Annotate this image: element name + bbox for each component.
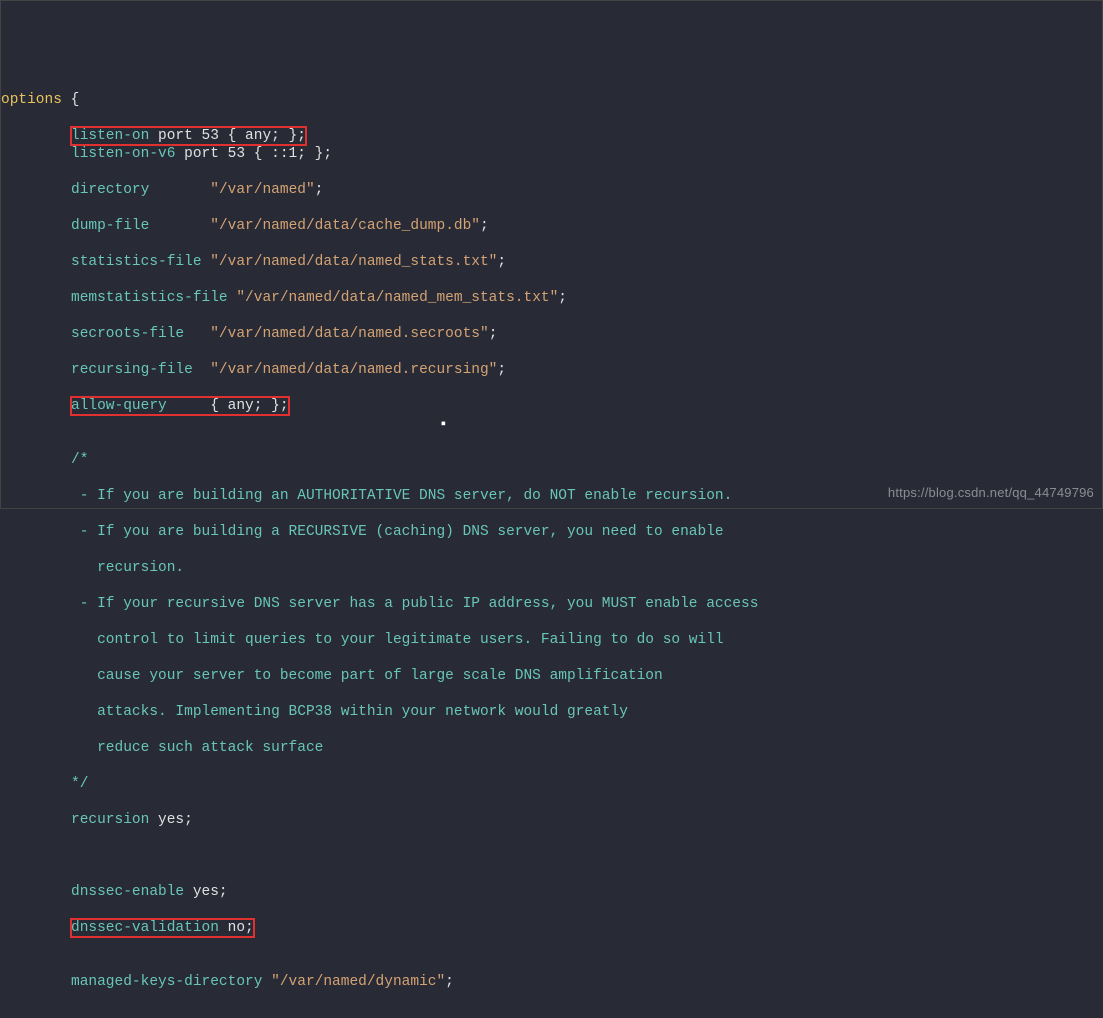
blank-line (1, 937, 1102, 955)
comment-line: */ (1, 775, 1102, 793)
comment-line: reduce such attack surface (1, 739, 1102, 757)
code-line: dnssec-enable yes; (1, 883, 1102, 901)
comment-line: - If you are building a RECURSIVE (cachi… (1, 523, 1102, 541)
cursor-icon: ▪ (439, 416, 448, 434)
code-line: recursion yes; (1, 811, 1102, 829)
comment-line: /* (1, 451, 1102, 469)
code-line: secroots-file "/var/named/data/named.sec… (1, 325, 1102, 343)
code-line: directory "/var/named"; (1, 181, 1102, 199)
code-line: listen-on-v6 port 53 { ::1; }; (1, 145, 1102, 163)
comment-line: attacks. Implementing BCP38 within your … (1, 703, 1102, 721)
highlighted-line-listen-on: listen-on port 53 { any; }; (71, 127, 306, 145)
highlighted-line-dnssec-validation: dnssec-validation no; (71, 919, 254, 937)
code-line: recursing-file "/var/named/data/named.re… (1, 361, 1102, 379)
comment-line: recursion. (1, 559, 1102, 577)
code-editor[interactable]: options { listen-on port 53 { any; }; li… (1, 73, 1102, 1009)
watermark-text: https://blog.csdn.net/qq_44749796 (888, 484, 1094, 502)
comment-line: cause your server to become part of larg… (1, 667, 1102, 685)
blank-line (1, 847, 1102, 865)
keyword: options (1, 92, 62, 108)
highlighted-line-allow-query: allow-query { any; }; (71, 397, 289, 415)
code-line: managed-keys-directory "/var/named/dynam… (1, 973, 1102, 991)
code-line: statistics-file "/var/named/data/named_s… (1, 253, 1102, 271)
code-line: options { (1, 91, 1102, 109)
code-line: memstatistics-file "/var/named/data/name… (1, 289, 1102, 307)
comment-line: control to limit queries to your legitim… (1, 631, 1102, 649)
code-line: dump-file "/var/named/data/cache_dump.db… (1, 217, 1102, 235)
comment-line: - If your recursive DNS server has a pub… (1, 595, 1102, 613)
blank-line (1, 415, 1102, 433)
